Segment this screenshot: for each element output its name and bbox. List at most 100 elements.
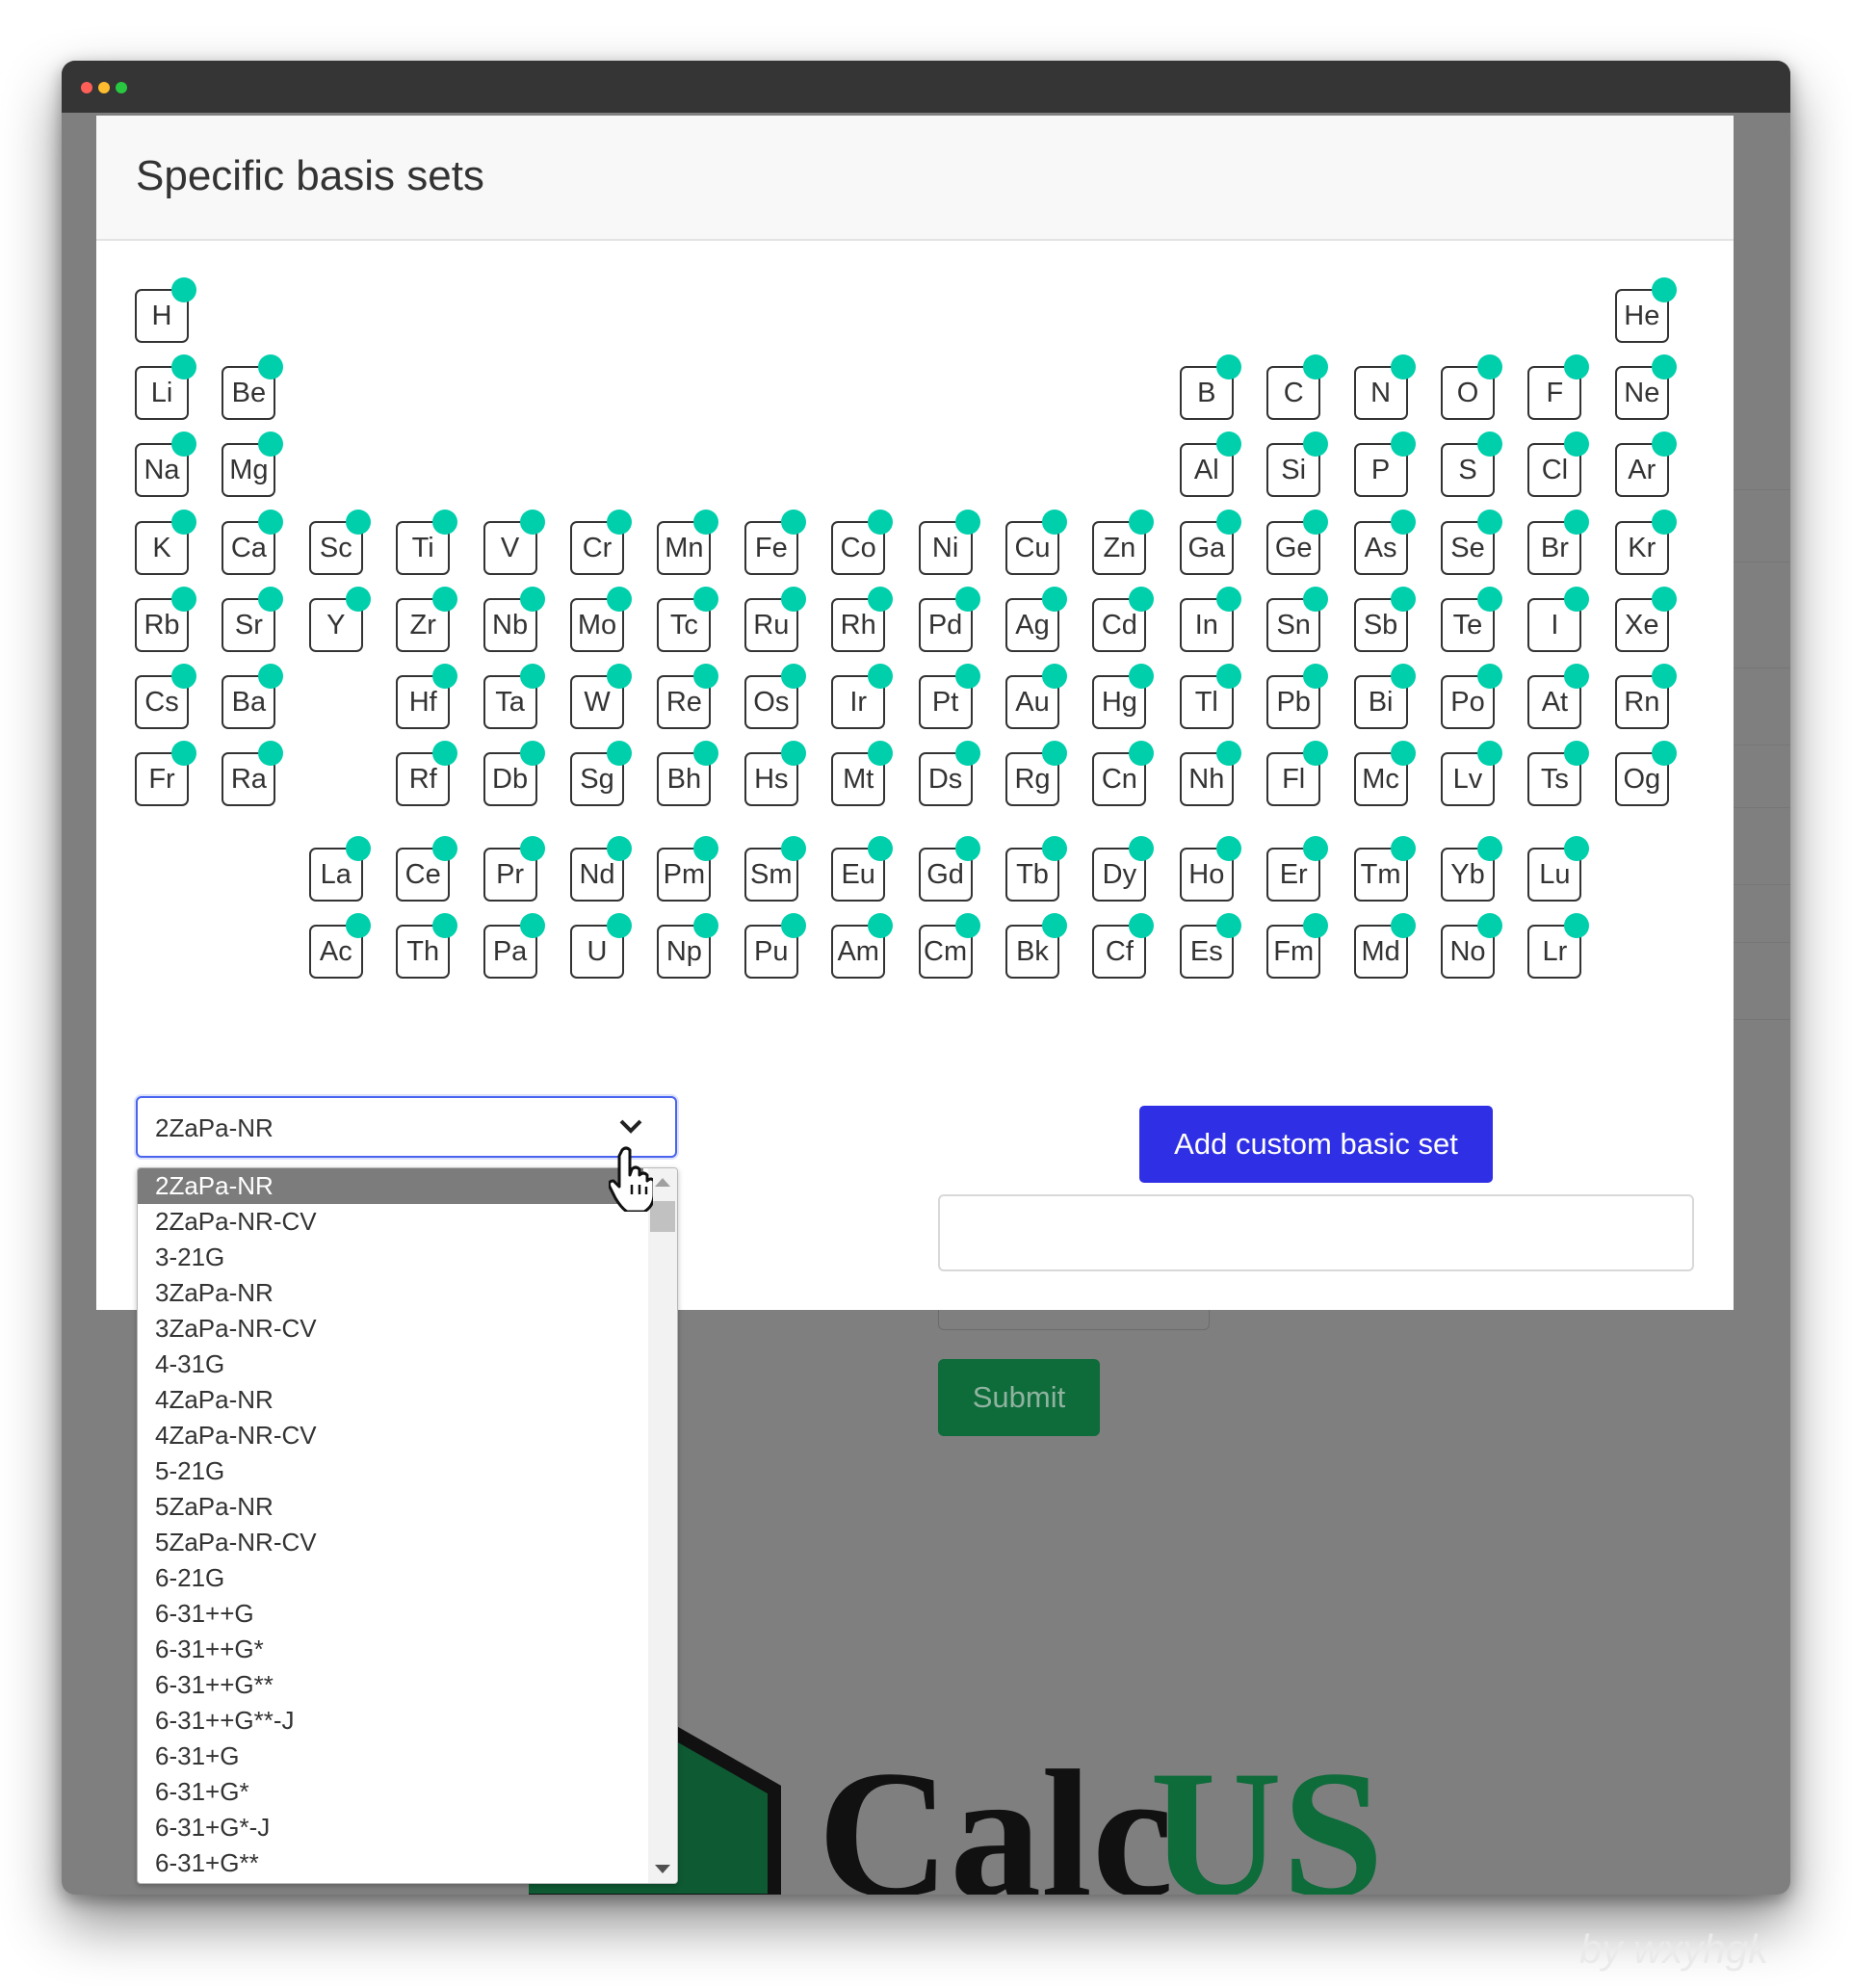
close-window-icon[interactable] xyxy=(81,82,92,93)
element-re[interactable]: Re xyxy=(657,664,719,729)
basis-set-option[interactable]: 6-31++G**-J xyxy=(138,1703,643,1739)
dropdown-scrollbar[interactable] xyxy=(648,1168,677,1883)
scrollbar-thumb[interactable] xyxy=(650,1201,675,1232)
element-th[interactable]: Th xyxy=(396,913,458,980)
element-na[interactable]: Na xyxy=(135,432,196,498)
element-xe[interactable]: Xe xyxy=(1614,586,1677,652)
element-tl[interactable]: Tl xyxy=(1179,664,1241,729)
element-mt[interactable]: Mt xyxy=(831,741,894,807)
element-ta[interactable]: Ta xyxy=(483,664,545,729)
basis-set-option[interactable]: 4ZaPa-NR xyxy=(138,1382,643,1418)
element-cf[interactable]: Cf xyxy=(1092,913,1155,980)
element-ga[interactable]: Ga xyxy=(1179,509,1241,575)
element-se[interactable]: Se xyxy=(1441,509,1502,575)
element-nd[interactable]: Nd xyxy=(570,836,632,902)
element-zn[interactable]: Zn xyxy=(1092,509,1155,575)
element-pd[interactable]: Pd xyxy=(918,586,980,652)
maximize-window-icon[interactable] xyxy=(116,82,127,93)
element-n[interactable]: N xyxy=(1353,354,1416,421)
basis-set-select[interactable]: 2ZaPa-NR xyxy=(136,1096,677,1158)
element-as[interactable]: As xyxy=(1353,509,1416,575)
element-ac[interactable]: Ac xyxy=(308,913,371,980)
element-bk[interactable]: Bk xyxy=(1005,913,1067,980)
element-co[interactable]: Co xyxy=(831,509,894,575)
element-po[interactable]: Po xyxy=(1441,664,1502,729)
element-eu[interactable]: Eu xyxy=(831,836,894,902)
minimize-window-icon[interactable] xyxy=(98,82,110,93)
element-v[interactable]: V xyxy=(483,509,545,575)
basis-set-option[interactable]: 6-31+G*-J xyxy=(138,1810,643,1845)
element-fm[interactable]: Fm xyxy=(1266,913,1329,980)
element-b[interactable]: B xyxy=(1179,354,1241,421)
basis-set-option[interactable]: 6-31++G* xyxy=(138,1632,643,1667)
element-s[interactable]: S xyxy=(1441,432,1502,498)
basis-set-option[interactable]: 6-21G xyxy=(138,1560,643,1596)
element-i[interactable]: I xyxy=(1527,586,1590,652)
element-pb[interactable]: Pb xyxy=(1266,664,1329,729)
element-mo[interactable]: Mo xyxy=(570,586,632,652)
element-ra[interactable]: Ra xyxy=(222,741,284,807)
element-fl[interactable]: Fl xyxy=(1266,741,1329,807)
element-rb[interactable]: Rb xyxy=(135,586,196,652)
element-np[interactable]: Np xyxy=(657,913,719,980)
element-ne[interactable]: Ne xyxy=(1614,354,1677,421)
element-hg[interactable]: Hg xyxy=(1092,664,1155,729)
element-o[interactable]: O xyxy=(1441,354,1502,421)
element-sg[interactable]: Sg xyxy=(570,741,632,807)
element-y[interactable]: Y xyxy=(308,586,371,652)
element-cm[interactable]: Cm xyxy=(918,913,980,980)
element-nb[interactable]: Nb xyxy=(483,586,545,652)
element-cn[interactable]: Cn xyxy=(1092,741,1155,807)
element-sm[interactable]: Sm xyxy=(743,836,806,902)
element-mc[interactable]: Mc xyxy=(1353,741,1416,807)
element-og[interactable]: Og xyxy=(1614,741,1677,807)
element-he[interactable]: He xyxy=(1614,277,1677,343)
custom-basis-set-input[interactable] xyxy=(938,1194,1694,1271)
element-u[interactable]: U xyxy=(570,913,632,980)
add-custom-basis-set-button[interactable]: Add custom basic set xyxy=(1139,1106,1493,1183)
basis-set-option[interactable]: 5-21G xyxy=(138,1453,643,1489)
element-ba[interactable]: Ba xyxy=(222,664,284,729)
element-kr[interactable]: Kr xyxy=(1614,509,1677,575)
element-tc[interactable]: Tc xyxy=(657,586,719,652)
element-cr[interactable]: Cr xyxy=(570,509,632,575)
element-f[interactable]: F xyxy=(1527,354,1590,421)
element-ca[interactable]: Ca xyxy=(222,509,284,575)
element-ts[interactable]: Ts xyxy=(1527,741,1590,807)
element-ho[interactable]: Ho xyxy=(1179,836,1241,902)
basis-set-option[interactable]: 6-31++G** xyxy=(138,1667,643,1703)
element-te[interactable]: Te xyxy=(1441,586,1502,652)
basis-set-option[interactable]: 6-31+G* xyxy=(138,1774,643,1810)
element-ag[interactable]: Ag xyxy=(1005,586,1067,652)
element-al[interactable]: Al xyxy=(1179,432,1241,498)
element-hs[interactable]: Hs xyxy=(743,741,806,807)
element-er[interactable]: Er xyxy=(1266,836,1329,902)
basis-set-option[interactable]: 3ZaPa-NR-CV xyxy=(138,1311,643,1347)
element-p[interactable]: P xyxy=(1353,432,1416,498)
element-ru[interactable]: Ru xyxy=(743,586,806,652)
element-mg[interactable]: Mg xyxy=(222,432,284,498)
basis-set-option[interactable]: 5ZaPa-NR-CV xyxy=(138,1525,643,1560)
basis-set-option[interactable]: 3ZaPa-NR xyxy=(138,1275,643,1311)
element-cd[interactable]: Cd xyxy=(1092,586,1155,652)
element-bi[interactable]: Bi xyxy=(1353,664,1416,729)
element-pu[interactable]: Pu xyxy=(743,913,806,980)
element-es[interactable]: Es xyxy=(1179,913,1241,980)
element-zr[interactable]: Zr xyxy=(396,586,458,652)
scroll-up-icon[interactable] xyxy=(655,1178,670,1187)
element-yb[interactable]: Yb xyxy=(1441,836,1502,902)
basis-set-option[interactable]: 3-21G xyxy=(138,1240,643,1275)
element-am[interactable]: Am xyxy=(831,913,894,980)
element-sn[interactable]: Sn xyxy=(1266,586,1329,652)
element-ds[interactable]: Ds xyxy=(918,741,980,807)
element-tm[interactable]: Tm xyxy=(1353,836,1416,902)
element-la[interactable]: La xyxy=(308,836,371,902)
element-si[interactable]: Si xyxy=(1266,432,1329,498)
basis-set-option[interactable]: 2ZaPa-NR-CV xyxy=(138,1204,643,1240)
element-no[interactable]: No xyxy=(1441,913,1502,980)
basis-set-option[interactable]: 4ZaPa-NR-CV xyxy=(138,1418,643,1453)
submit-button[interactable]: Submit xyxy=(938,1359,1100,1436)
element-hf[interactable]: Hf xyxy=(396,664,458,729)
element-bh[interactable]: Bh xyxy=(657,741,719,807)
element-ce[interactable]: Ce xyxy=(396,836,458,902)
